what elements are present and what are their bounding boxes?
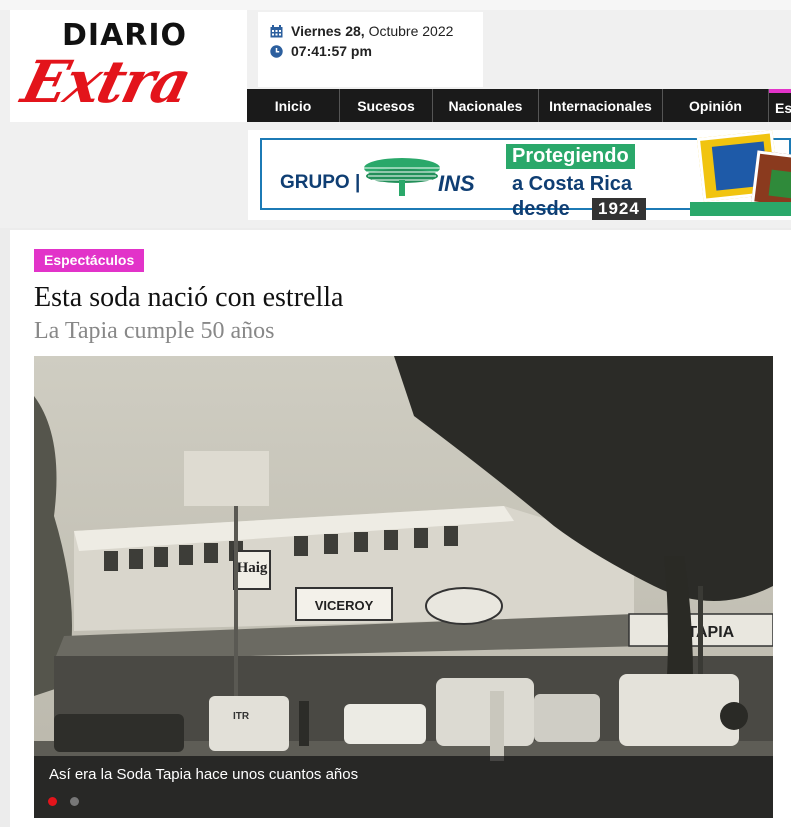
article-content: Espectáculos Esta soda nació con estrell… xyxy=(10,230,791,827)
date-row: Viernes 28, Octubre 2022 xyxy=(270,23,453,39)
slider-dot[interactable] xyxy=(70,797,79,806)
ad-banner-frame: GRUPO | INS Protegiendo a Costa Rica des… xyxy=(260,130,791,220)
ad-line-costa-rica: a Costa Rica xyxy=(512,173,633,195)
itr-van-text: ITR xyxy=(233,711,250,722)
time-text: 07:41:57 pm xyxy=(291,43,372,59)
clock-icon xyxy=(270,44,283,58)
logo-extra-text: Extra xyxy=(15,48,197,116)
ad-year: 1924 xyxy=(592,198,646,220)
article-title: Esta soda nació con estrella xyxy=(34,282,344,313)
site-logo[interactable]: DIARIO Extra xyxy=(10,10,247,122)
site-header: DIARIO Extra Viernes 28, Octubre 2022 07… xyxy=(0,0,791,228)
nav-item-opinion[interactable]: Opinión xyxy=(663,89,769,122)
category-badge[interactable]: Espectáculos xyxy=(34,249,145,272)
photo-caption: Así era la Soda Tapia hace unos cuantos … xyxy=(49,766,359,783)
photo-caption-bar: Así era la Soda Tapia hace unos cuantos … xyxy=(34,756,773,818)
article-subtitle: La Tapia cumple 50 años xyxy=(34,318,275,344)
ad-line-desde: desde xyxy=(512,198,570,220)
main-nav: Inicio Sucesos Nacionales Internacionale… xyxy=(247,89,791,122)
ad-ins-logo: INS xyxy=(438,171,475,196)
ad-group-text: GRUPO | xyxy=(280,172,361,193)
soda-tapia-photo: Haig VICEROY S TAPIA ITR xyxy=(34,356,773,818)
date-weekday-day: Viernes 28, xyxy=(291,23,365,39)
nav-item-sucesos[interactable]: Sucesos xyxy=(340,89,433,122)
ad-banner[interactable]: GRUPO | INS Protegiendo a Costa Rica des… xyxy=(248,130,791,220)
ad-photo-collage xyxy=(690,130,791,220)
date-time-box: Viernes 28, Octubre 2022 07:41:57 pm xyxy=(258,12,483,87)
ad-headline: Protegiendo xyxy=(506,144,635,169)
viceroy-sign: VICEROY xyxy=(315,598,374,613)
article-photo[interactable]: Haig VICEROY S TAPIA ITR xyxy=(34,356,773,818)
nav-item-inicio[interactable]: Inicio xyxy=(247,89,340,122)
nav-item-nacionales[interactable]: Nacionales xyxy=(433,89,539,122)
slider-dot-active[interactable] xyxy=(48,797,57,806)
header-top-strip xyxy=(0,0,791,10)
time-row: 07:41:57 pm xyxy=(270,43,372,59)
tree-logo-icon xyxy=(364,158,440,196)
nav-item-espectaculos[interactable]: Es xyxy=(769,89,791,122)
date-month-year: Octubre 2022 xyxy=(364,23,454,39)
nav-item-internacionales[interactable]: Internacionales xyxy=(539,89,663,122)
haig-sign: Haig xyxy=(237,560,268,576)
calendar-icon xyxy=(270,24,283,37)
